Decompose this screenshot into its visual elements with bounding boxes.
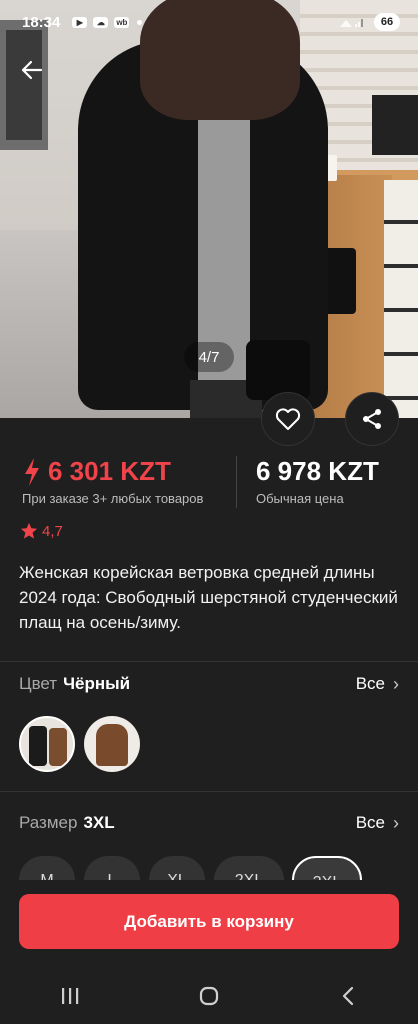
regular-price: 6 978 KZT [256, 456, 379, 486]
battery-indicator: 66 [374, 13, 400, 31]
divider [0, 661, 418, 662]
status-bar: 18:34 ▶ ☁ wb 66 [0, 0, 418, 44]
wifi-signal-icon [338, 16, 366, 28]
swatch-coat-black [29, 726, 47, 766]
swatch-coat-brown [49, 728, 67, 766]
size-option-row[interactable]: Размер 3XL Все › [19, 808, 399, 838]
color-option-row[interactable]: Цвет Чёрный Все › [19, 669, 399, 699]
product-title: Женская корейская ветровка средней длины… [19, 563, 398, 632]
wb-app-icon: wb [114, 16, 130, 28]
gallery-counter: 4/7 [184, 342, 234, 372]
chevron-right-icon: › [393, 673, 399, 694]
size-chip-selected[interactable]: 3XL [292, 856, 362, 880]
size-label: Размер [19, 813, 78, 832]
recents-button[interactable] [50, 976, 90, 1016]
swatch-coat-brown-only [96, 724, 128, 766]
size-chip[interactable]: XL [149, 856, 205, 880]
chevron-right-icon: › [393, 812, 399, 833]
image-bag [246, 340, 310, 400]
status-time: 18:34 [22, 13, 61, 31]
home-button[interactable] [189, 976, 229, 1016]
regular-price-group: 6 978 KZT Обычная цена [256, 456, 379, 506]
system-nav-bar [0, 968, 418, 1024]
promo-price: 6 301 KZT [22, 456, 203, 487]
color-all-label: Все [355, 674, 385, 693]
color-swatch-black[interactable] [19, 716, 75, 772]
add-to-cart-button[interactable]: Добавить в корзину [19, 894, 399, 949]
regular-price-note: Обычная цена [256, 491, 344, 506]
image-monitor [372, 95, 418, 155]
color-all-link[interactable]: Все › [356, 674, 399, 695]
back-nav-icon [343, 986, 354, 1006]
cloud-icon: ☁ [93, 16, 109, 28]
size-value: 3XL [83, 813, 115, 832]
share-icon [363, 409, 381, 429]
share-button[interactable] [345, 392, 399, 446]
price-block: 6 301 KZT При заказе 3+ любых товаров 6 … [0, 452, 418, 514]
notification-dot-icon [137, 19, 143, 25]
lightning-icon [25, 457, 39, 486]
home-icon [199, 986, 219, 1006]
color-value: Чёрный [63, 674, 131, 693]
favorite-button[interactable] [261, 392, 315, 446]
color-label: Цвет [19, 674, 58, 693]
color-swatch-brown[interactable] [84, 716, 140, 772]
back-arrow-icon [21, 60, 43, 80]
size-chip-list: M L XL 2XL 3XL [0, 856, 418, 880]
size-chip[interactable]: 2XL [214, 856, 284, 880]
promo-price-value: 6 301 KZT [48, 456, 171, 486]
size-all-link[interactable]: Все › [356, 813, 399, 834]
size-chip[interactable]: L [84, 856, 140, 880]
rating[interactable]: 4,7 [20, 522, 63, 540]
youtube-icon: ▶ [72, 16, 88, 28]
heart-icon [275, 408, 301, 430]
promo-price-note: При заказе 3+ любых товаров [22, 491, 204, 506]
image-books [384, 180, 418, 418]
divider [0, 791, 418, 792]
system-back-button[interactable] [328, 976, 368, 1016]
recents-icon [61, 988, 78, 1004]
price-divider [236, 456, 237, 508]
size-chip[interactable]: M [19, 856, 75, 880]
star-icon [20, 522, 38, 539]
size-all-label: Все [355, 813, 385, 832]
promo-price-group: 6 301 KZT При заказе 3+ любых товаров [22, 456, 203, 506]
rating-value: 4,7 [42, 522, 63, 540]
back-button[interactable] [16, 54, 48, 86]
